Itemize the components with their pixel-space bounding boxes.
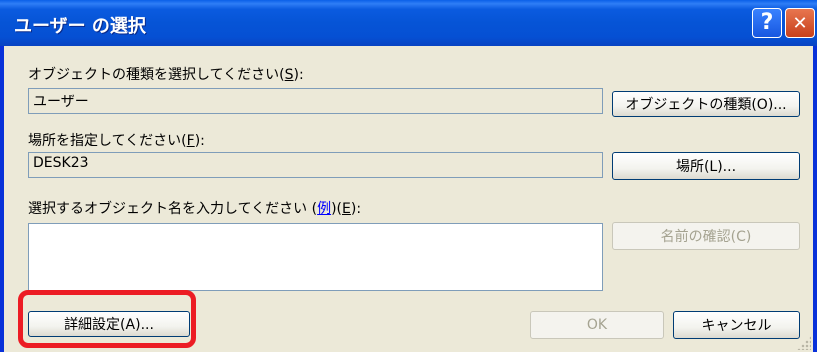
example-link[interactable]: 例: [317, 201, 331, 217]
highlight-box: [18, 290, 196, 348]
ok-button[interactable]: OK: [530, 311, 664, 339]
locations-button[interactable]: 場所(L)...: [612, 152, 800, 180]
check-names-button[interactable]: 名前の確認(C): [612, 222, 800, 250]
title-bar[interactable]: ユーザー の選択 ? ✕: [0, 0, 817, 46]
cancel-button[interactable]: キャンセル: [673, 311, 800, 339]
location-field: DESK23: [28, 152, 603, 178]
close-icon: ✕: [792, 13, 808, 34]
location-label: 場所を指定してください(F):: [28, 133, 205, 149]
object-types-button[interactable]: オブジェクトの種類(O)...: [612, 91, 800, 117]
help-button[interactable]: ?: [752, 8, 782, 38]
help-icon: ?: [760, 10, 774, 35]
object-names-label: 選択するオブジェクト名を入力してください (例)(E):: [28, 201, 362, 217]
select-user-dialog: ユーザー の選択 ? ✕ オブジェクトの種類を選択してください(S): ユーザー…: [0, 0, 817, 352]
object-type-label: オブジェクトの種類を選択してください(S):: [28, 67, 304, 83]
object-names-input[interactable]: [28, 223, 603, 291]
dialog-title: ユーザー の選択: [14, 16, 146, 37]
close-button[interactable]: ✕: [785, 8, 815, 38]
object-type-field: ユーザー: [28, 88, 603, 114]
